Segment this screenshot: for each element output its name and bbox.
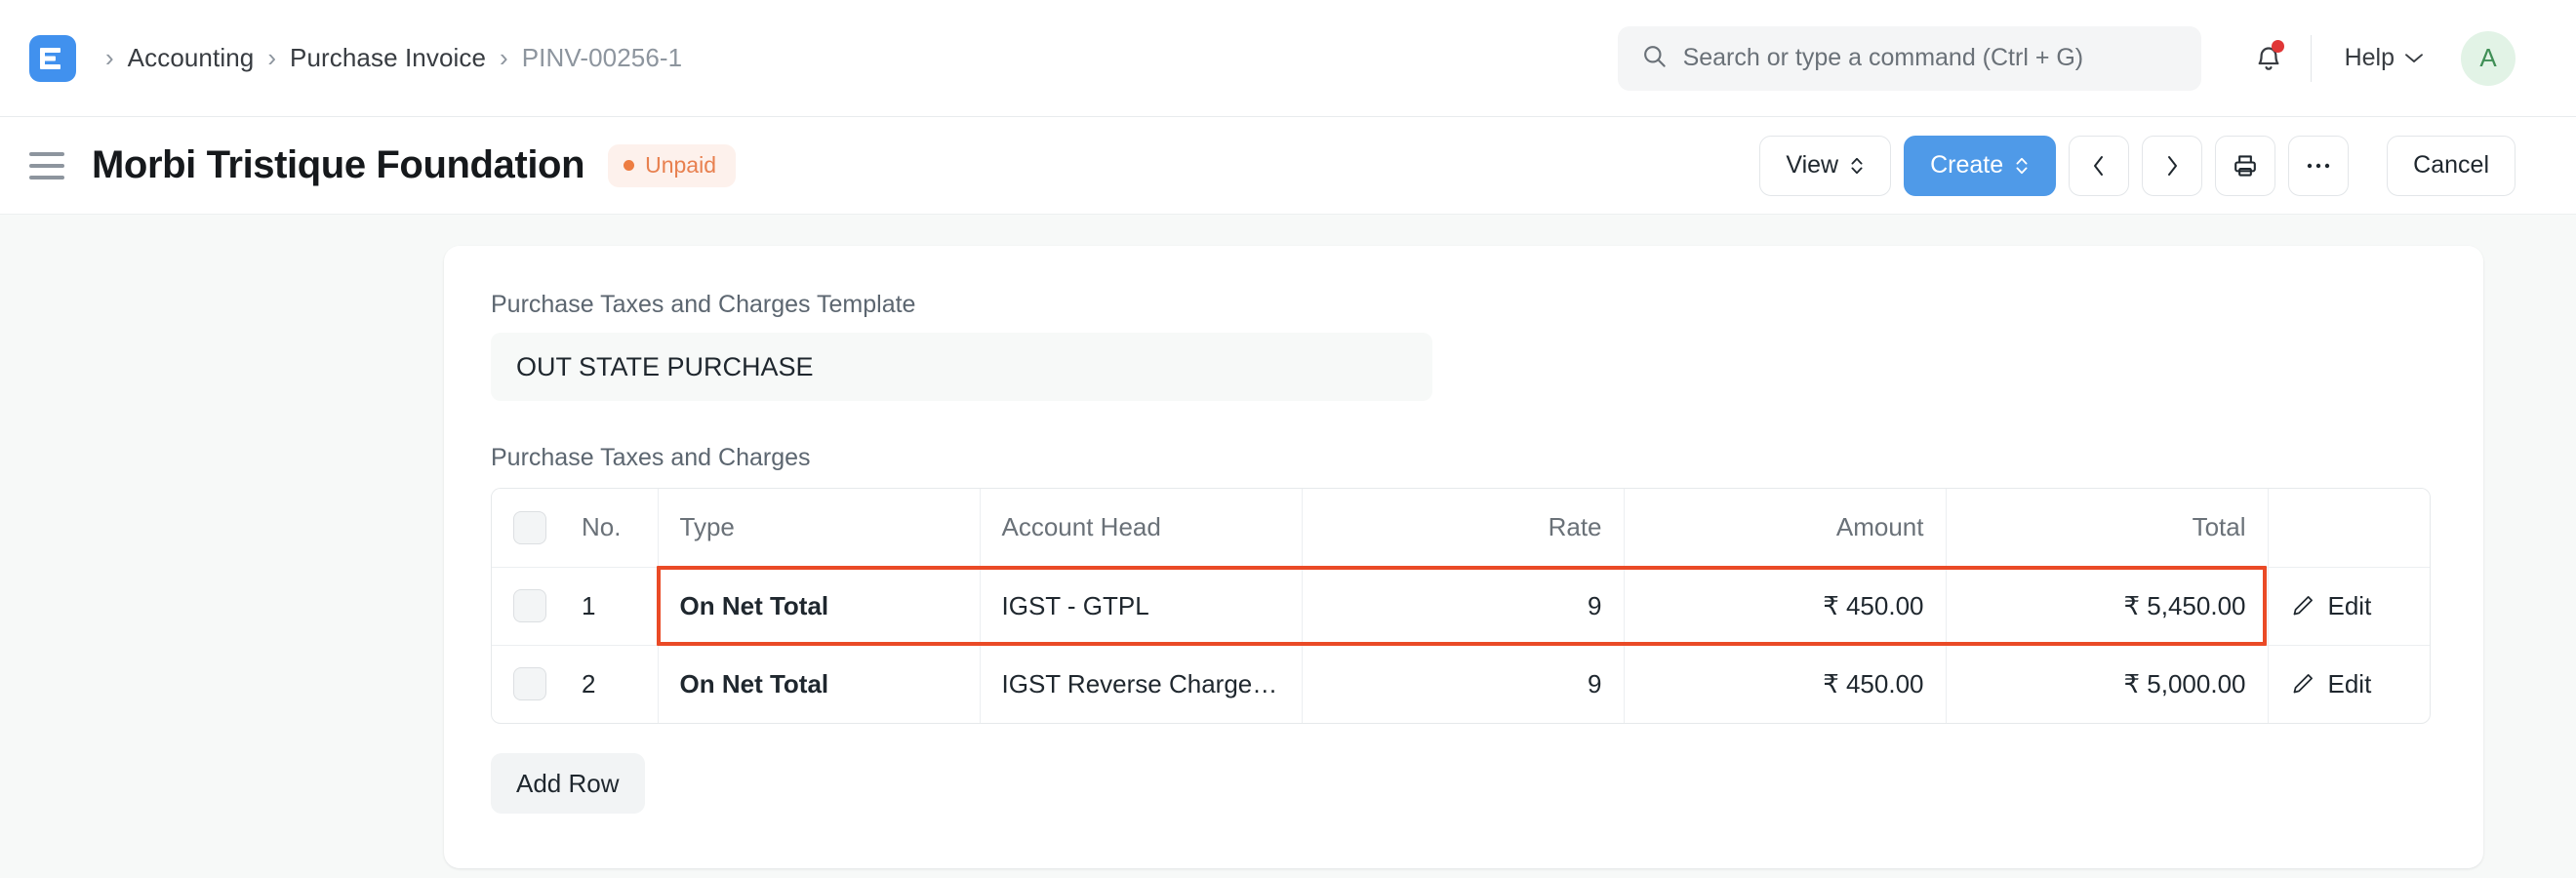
ellipsis-icon [2307,163,2330,168]
chevron-updown-icon [1851,157,1863,174]
search-placeholder: Search or type a command (Ctrl + G) [1682,44,2084,71]
navbar-divider [2310,34,2312,82]
cell-rate[interactable]: 9 [1302,567,1625,646]
breadcrumb-separator-icon: › [267,42,276,72]
table-body: 1 On Net Total IGST - GTPL 9 ₹ 450.00 ₹ … [492,567,2430,723]
hamburger-bar [29,151,64,156]
pencil-icon [2293,596,2313,616]
add-row-button[interactable]: Add Row [491,753,645,814]
taxes-table: No. Type Account Head Rate Amount Total [492,489,2430,723]
top-navbar: › Accounting › Purchase Invoice › PINV-0… [0,0,2576,117]
form-card: Purchase Taxes and Charges Template OUT … [444,246,2483,868]
notifications-button[interactable] [2238,28,2299,89]
more-options-button[interactable] [2288,135,2350,196]
status-badge: Unpaid [608,143,736,187]
search-icon [1641,43,1668,74]
cell-no: 1 [582,567,659,646]
page-body: Purchase Taxes and Charges Template OUT … [0,246,2576,878]
edit-row-button[interactable]: Edit [2290,669,2411,699]
cell-account-head[interactable]: IGST - GTPL [980,567,1303,646]
taxes-template-label: Purchase Taxes and Charges Template [491,291,916,318]
column-header-amount[interactable]: Amount [1624,489,1947,568]
table-header-row: No. Type Account Head Rate Amount Total [492,489,2430,568]
create-button[interactable]: Create [1904,135,2057,196]
column-header-total[interactable]: Total [1946,489,2269,568]
chevron-down-icon [2405,54,2423,62]
column-header-actions [2268,489,2430,568]
notification-unread-dot [2271,39,2284,53]
select-all-checkbox[interactable] [513,510,546,544]
row-select-cell [492,645,582,723]
erpnext-logo-icon[interactable] [29,34,76,82]
status-label: Unpaid [645,151,716,178]
chevron-left-icon [2094,155,2104,176]
hamburger-bar [29,175,64,180]
hamburger-bar [29,163,64,168]
add-row-label: Add Row [516,768,620,798]
page-title: Morbi Tristique Foundation [92,143,585,186]
help-menu-button[interactable]: Help [2337,38,2432,78]
search-input[interactable]: Search or type a command (Ctrl + G) [1617,25,2201,91]
navbar-right-group: Search or type a command (Ctrl + G) Help… [1617,0,2516,116]
table-row[interactable]: 2 On Net Total IGST Reverse Charge - … 9… [492,645,2430,723]
view-label: View [1786,151,1839,179]
cell-account-head-text: IGST - GTPL [1001,590,1149,620]
chevron-updown-icon [2016,157,2028,174]
next-document-button[interactable] [2142,135,2203,196]
pencil-icon [2293,674,2313,694]
row-select-cell [492,567,582,646]
previous-document-button[interactable] [2069,135,2130,196]
page-header: Morbi Tristique Foundation Unpaid View C… [0,117,2576,215]
cell-edit[interactable]: Edit [2268,645,2430,723]
table-row[interactable]: 1 On Net Total IGST - GTPL 9 ₹ 450.00 ₹ … [492,567,2430,646]
breadcrumb: › Accounting › Purchase Invoice › PINV-0… [92,43,682,73]
breadcrumb-item-accounting[interactable]: Accounting [128,43,255,73]
avatar[interactable]: A [2461,30,2516,86]
cell-total[interactable]: ₹ 5,000.00 [1946,645,2269,723]
taxes-template-input[interactable]: OUT STATE PURCHASE [491,333,1432,401]
cell-no: 2 [582,645,659,723]
breadcrumb-item-purchase-invoice[interactable]: Purchase Invoice [290,43,486,73]
printer-icon [2234,154,2257,177]
cell-account-head-text: IGST Reverse Charge - … [1001,668,1280,698]
cell-type[interactable]: On Net Total [658,567,981,646]
cancel-button[interactable]: Cancel [2387,135,2516,196]
taxes-grid-label: Purchase Taxes and Charges [491,444,811,471]
print-button[interactable] [2215,135,2276,196]
cell-total[interactable]: ₹ 5,450.00 [1946,567,2269,646]
navbar-left-group: › Accounting › Purchase Invoice › PINV-0… [29,34,682,82]
create-label: Create [1930,151,2004,179]
view-button[interactable]: View [1759,135,1892,196]
cell-edit[interactable]: Edit [2268,567,2430,646]
breadcrumb-separator-icon: › [105,42,114,72]
taxes-grid: No. Type Account Head Rate Amount Total [491,488,2431,724]
breadcrumb-item-document-id[interactable]: PINV-00256-1 [522,43,683,73]
help-label: Help [2344,44,2395,71]
edit-label: Edit [2327,590,2372,620]
status-dot-icon [624,159,635,171]
cell-amount[interactable]: ₹ 450.00 [1624,567,1947,646]
cell-amount[interactable]: ₹ 450.00 [1624,645,1947,723]
cell-account-head[interactable]: IGST Reverse Charge - … [980,645,1303,723]
cell-rate[interactable]: 9 [1302,645,1625,723]
cancel-label: Cancel [2413,151,2489,179]
edit-label: Edit [2327,668,2372,698]
taxes-template-value: OUT STATE PURCHASE [516,351,814,381]
sidebar-toggle-icon[interactable] [27,146,66,185]
chevron-right-icon [2168,155,2178,176]
taxes-grid-wrapper: No. Type Account Head Rate Amount Total [491,488,2431,724]
table-header: No. Type Account Head Rate Amount Total [492,489,2430,568]
edit-row-button[interactable]: Edit [2290,591,2411,621]
column-header-rate[interactable]: Rate [1302,489,1625,568]
column-header-no[interactable]: No. [582,489,659,568]
select-all-cell [492,489,582,568]
breadcrumb-separator-icon: › [500,42,508,72]
page-actions: View Create Cancel [1759,135,2516,196]
row-checkbox[interactable] [513,667,546,701]
cell-type[interactable]: On Net Total [658,645,981,723]
row-checkbox[interactable] [513,589,546,622]
column-header-type[interactable]: Type [658,489,981,568]
avatar-initial: A [2479,43,2497,72]
column-header-account-head[interactable]: Account Head [980,489,1303,568]
